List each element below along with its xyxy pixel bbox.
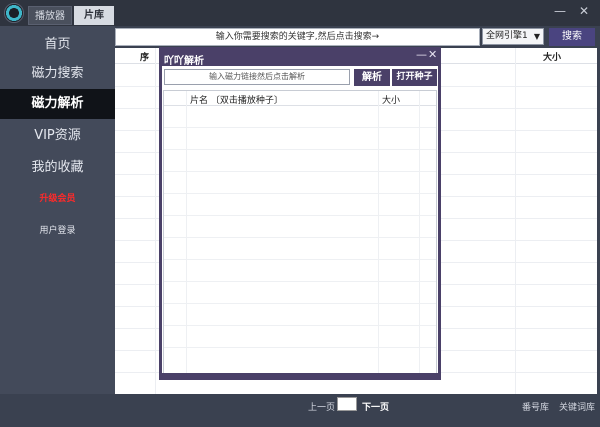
dialog-body: 输入磁力链接然后点击解析 解析 打开种子 片名 〔双击播放种子〕 大小: [162, 66, 438, 376]
keyword-library-link[interactable]: 关键词库: [559, 400, 595, 413]
engine-select-value: 全网引擎1: [486, 31, 528, 41]
row-divider: [164, 281, 436, 282]
row-divider: [164, 303, 436, 304]
row-divider: [164, 149, 436, 150]
magnet-link-input[interactable]: 输入磁力链接然后点击解析: [164, 69, 350, 85]
page-number-input[interactable]: [337, 397, 357, 411]
column-divider: [419, 91, 420, 373]
search-button[interactable]: 搜索: [549, 28, 595, 46]
sidebar: 首页 磁力搜索 磁力解析 VIP资源 我的收藏 升级会员 用户登录: [0, 26, 115, 394]
torrent-file-table: 片名 〔双击播放种子〕 大小: [163, 90, 437, 374]
window-minimize-icon[interactable]: —: [554, 4, 566, 18]
row-divider: [164, 193, 436, 194]
row-divider: [164, 259, 436, 260]
tab-player[interactable]: 播放器: [28, 6, 72, 25]
sidebar-item-home[interactable]: 首页: [0, 35, 115, 55]
sidebar-item-favorites[interactable]: 我的收藏: [0, 158, 115, 178]
row-divider: [164, 127, 436, 128]
row-divider: [164, 237, 436, 238]
column-divider: [186, 91, 187, 373]
sidebar-item-upgrade-vip[interactable]: 升级会员: [0, 192, 115, 206]
row-divider: [164, 347, 436, 348]
torrent-table-header: 片名 〔双击播放种子〕 大小: [164, 91, 436, 106]
sidebar-item-magnet-search[interactable]: 磁力搜索: [0, 64, 115, 84]
open-torrent-button[interactable]: 打开种子: [392, 69, 437, 86]
dialog-title: 吖吖解析: [164, 56, 204, 67]
window-close-icon[interactable]: ✕: [579, 4, 589, 18]
column-divider: [515, 48, 516, 394]
title-bar: 播放器 片库 — ✕: [0, 0, 600, 26]
row-divider: [164, 171, 436, 172]
sidebar-item-login[interactable]: 用户登录: [0, 224, 115, 238]
row-divider: [164, 215, 436, 216]
app-logo-icon: [4, 3, 24, 23]
bottom-bar: 上一页 下一页 番号库 关键词库: [0, 394, 600, 427]
dialog-bottom-border: [159, 373, 441, 380]
column-divider: [378, 91, 379, 373]
dialog-close-icon[interactable]: ✕: [428, 48, 437, 61]
column-header-index: 序: [140, 53, 150, 63]
next-page-button[interactable]: 下一页: [362, 400, 389, 413]
chevron-down-icon: ▼: [533, 32, 540, 41]
column-header-size: 大小: [382, 96, 401, 106]
prev-page-button[interactable]: 上一页: [308, 400, 335, 413]
engine-select[interactable]: 全网引擎1 ▼: [482, 28, 544, 45]
sidebar-item-vip[interactable]: VIP资源: [0, 126, 115, 146]
column-divider: [155, 48, 156, 394]
search-input[interactable]: 输入你需要搜索的关键字,然后点击搜索→: [115, 28, 480, 46]
parse-dialog: 吖吖解析 — ✕ 输入磁力链接然后点击解析 解析 打开种子 片名 〔双击播放种子…: [159, 47, 441, 380]
row-divider: [164, 325, 436, 326]
fanhao-library-link[interactable]: 番号库: [522, 400, 549, 413]
column-header-name: 片名 〔双击播放种子〕: [190, 96, 283, 106]
dialog-minimize-icon[interactable]: —: [416, 48, 427, 61]
sidebar-item-magnet-parse[interactable]: 磁力解析: [0, 89, 115, 119]
tab-library[interactable]: 片库: [74, 6, 114, 25]
column-header-size: 大小: [543, 53, 562, 63]
parse-button[interactable]: 解析: [354, 69, 390, 86]
